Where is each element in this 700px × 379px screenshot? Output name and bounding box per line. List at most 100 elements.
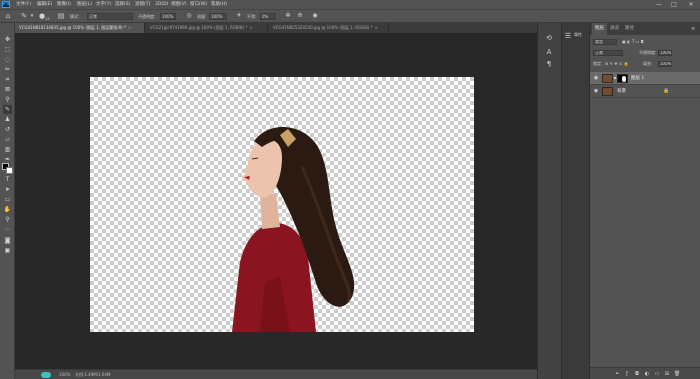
link-layers-icon[interactable]: ⚭ (614, 371, 620, 377)
cutout-portrait (232, 127, 355, 332)
layers-footer: ⚭ ƒ ◘ ◐ ▭ ⊞ 🗑 (590, 367, 700, 379)
panel-menu-icon[interactable]: ≡ (691, 26, 695, 32)
move-tool-icon[interactable]: ✥ (3, 35, 12, 44)
quick-select-tool-icon[interactable]: ✏ (3, 65, 12, 74)
flow-label: 流量: (197, 14, 207, 19)
tab-paths[interactable]: 路径 (622, 23, 637, 35)
character-icon[interactable]: A (544, 47, 554, 57)
marquee-tool-icon[interactable]: ⬚ (3, 45, 12, 54)
menu-image[interactable]: 图像(I) (57, 1, 71, 8)
pressure-size-icon[interactable]: ◉ (311, 12, 319, 20)
trash-icon[interactable]: 🗑 (674, 371, 680, 377)
menu-filter[interactable]: 滤镜(T) (135, 1, 150, 8)
gear-icon[interactable]: ✻ (284, 12, 292, 20)
menu-bar: Ps 文件(F) 编辑(E) 图像(I) 图层(L) 文字(Y) 选择(S) 滤… (0, 0, 700, 9)
properties-label[interactable]: 属性 (574, 32, 582, 38)
lasso-tool-icon[interactable]: ◌ (3, 55, 12, 64)
brush-tool-icon[interactable]: ✎ (20, 12, 28, 20)
menu-view[interactable]: 视图(V) (171, 1, 187, 8)
layer-row-1[interactable]: ◉ 图层 1 (590, 72, 700, 85)
lock-icons[interactable]: ⊞ ✎ ✥ ⊡ 🔒 (605, 61, 628, 67)
layers-panel: 图层 通道 路径 ≡ 类型 ▣ ◐ T ▭ ◘ 正常 不透明度: 100% 锁定… (589, 23, 700, 379)
new-layer-icon[interactable]: ⊞ (664, 371, 670, 377)
layer-mask-thumbnail[interactable] (617, 74, 628, 83)
maximize-button[interactable]: □ (667, 0, 681, 9)
zoom-level[interactable]: 100% (59, 371, 70, 379)
menu-3d[interactable]: 3D(D) (155, 1, 168, 8)
paragraph-icon[interactable]: ¶ (544, 59, 554, 69)
blend-mode-select[interactable]: 正常 (593, 50, 623, 56)
document-tabs: VCG41N818134835.jpg @ 100% (图层 1, 图层蒙版/8… (15, 23, 537, 33)
shape-tool-icon[interactable]: ▭ (3, 195, 12, 204)
close-window-button[interactable]: ✕ (684, 0, 698, 9)
gradient-tool-icon[interactable]: ▥ (3, 145, 12, 154)
eraser-tool-icon[interactable]: ▱ (3, 135, 12, 144)
fill-field[interactable]: 100% (658, 61, 672, 67)
menu-type[interactable]: 文字(Y) (96, 1, 111, 8)
tab-document-3[interactable]: VCG41N825324540.jpg @ 100% (图层 1, RGB/8)… (269, 23, 389, 33)
screen-mode-icon[interactable]: ▣ (3, 246, 12, 255)
link-icon[interactable] (614, 77, 616, 79)
photoshop-logo[interactable]: Ps (2, 1, 10, 8)
menu-help[interactable]: 帮助(H) (211, 1, 227, 8)
eye-icon[interactable]: ◉ (593, 75, 599, 81)
mask-shape (622, 76, 626, 82)
symmetry-icon[interactable]: ⟰ (296, 12, 304, 20)
hand-tool-icon[interactable]: ✋ (3, 205, 12, 214)
lock-icon[interactable]: 🔒 (663, 88, 669, 94)
opacity-field[interactable]: 100% (160, 13, 176, 20)
close-icon[interactable]: × (249, 25, 252, 30)
close-icon[interactable]: × (128, 25, 131, 30)
menu-file[interactable]: 文件(F) (16, 1, 31, 8)
tab-layers[interactable]: 图层 (592, 23, 607, 35)
background-color-swatch[interactable] (6, 167, 13, 174)
history-brush-tool-icon[interactable]: ↺ (3, 125, 12, 134)
menu-select[interactable]: 选择(S) (115, 1, 130, 8)
crop-tool-icon[interactable]: ⌗ (3, 75, 12, 84)
history-icon[interactable]: ⟲ (544, 33, 554, 43)
tab-channels[interactable]: 通道 (607, 23, 622, 35)
new-group-icon[interactable]: ▭ (654, 371, 660, 377)
layer-name[interactable]: 背景 (617, 87, 626, 96)
tab-document-1[interactable]: VCG41N818134835.jpg @ 100% (图层 1, 图层蒙版/8… (15, 23, 145, 33)
properties-dock: ☰ 属性 (561, 23, 589, 379)
zoom-tool-icon[interactable]: ⚲ (3, 215, 12, 224)
layer-opacity-label: 不透明度: (639, 50, 657, 55)
stamp-tool-icon[interactable]: ♟ (3, 115, 12, 124)
close-icon[interactable]: × (375, 25, 378, 30)
frame-tool-icon[interactable]: ⊠ (3, 85, 12, 94)
more-tools-icon[interactable]: ⋯ (3, 225, 12, 234)
menu-window[interactable]: 窗口(W) (190, 1, 207, 8)
brush-settings-icon[interactable]: ▤ (57, 12, 65, 20)
airbrush-icon[interactable]: ✈ (235, 12, 243, 20)
properties-icon[interactable]: ☰ (563, 31, 573, 41)
path-select-tool-icon[interactable]: ➤ (3, 185, 12, 194)
type-tool-icon[interactable]: T (3, 175, 12, 184)
adjustment-layer-icon[interactable]: ◐ (644, 371, 650, 377)
filter-icons[interactable]: ▣ ◐ T ▭ ◘ (622, 39, 644, 45)
lock-label: 锁定: (593, 61, 603, 66)
filter-row: 类型 ▣ ◐ T ▭ ◘ (590, 38, 700, 47)
brush-tool-icon[interactable]: ✎ (3, 105, 12, 114)
pressure-opacity-icon[interactable]: ◎ (185, 12, 193, 20)
layer-name[interactable]: 图层 1 (631, 74, 644, 83)
layer-row-background[interactable]: ◉ 背景 🔒 (590, 85, 700, 98)
layer-thumbnail (602, 87, 613, 96)
quick-mask-icon[interactable]: ◙ (3, 236, 12, 245)
layer-opacity-field[interactable]: 100% (658, 50, 672, 56)
add-mask-icon[interactable]: ◘ (634, 371, 640, 377)
smoothing-field[interactable]: 0% (260, 13, 276, 20)
filter-kind-select[interactable]: 类型 (593, 39, 617, 45)
eye-icon[interactable]: ◉ (593, 88, 599, 94)
mode-select[interactable]: 正常 (87, 13, 133, 20)
menu-layer[interactable]: 图层(L) (77, 1, 92, 8)
fx-icon[interactable]: ƒ (624, 371, 630, 377)
minimize-button[interactable]: — (652, 0, 666, 9)
chevron-down-icon[interactable]: ▾ (28, 12, 36, 20)
flow-field[interactable]: 100% (209, 13, 227, 20)
tab-document-2[interactable]: VCG21gic9741969.jpg @ 100% (图层 1, RGB/8)… (146, 23, 268, 33)
eyedropper-tool-icon[interactable]: ⚲ (3, 95, 12, 104)
menu-edit[interactable]: 编辑(E) (37, 1, 52, 8)
home-icon[interactable]: ⌂ (4, 12, 12, 20)
document-canvas[interactable] (90, 77, 474, 332)
